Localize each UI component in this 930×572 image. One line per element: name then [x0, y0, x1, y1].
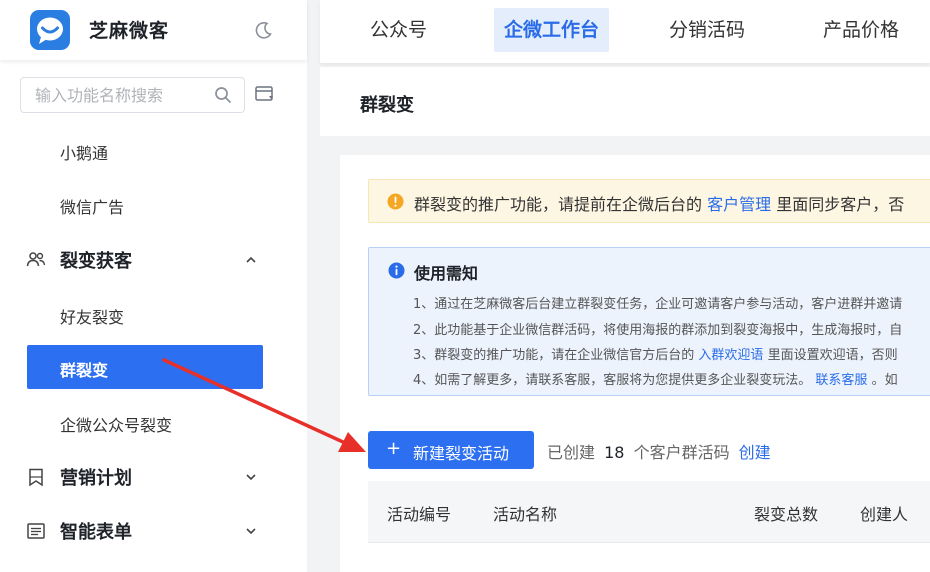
- warning-text-before: 群裂变的推广功能，请提前在企微后台的: [414, 195, 703, 214]
- form-icon: [27, 523, 45, 539]
- chevron-down-icon: [246, 474, 256, 481]
- warning-alert: 群裂变的推广功能，请提前在企微后台的 客户管理 里面同步客户，否: [368, 179, 930, 223]
- contact-support-link[interactable]: 联系客服: [815, 373, 867, 388]
- new-fission-activity-label: 新建裂变活动: [413, 444, 510, 463]
- table-header: 活动编号 活动名称 裂变总数 创建人: [368, 481, 930, 543]
- sidebar: 芝麻微客 小鹅通 微信广告 裂变获客: [0, 0, 307, 572]
- collapse-menu-icon[interactable]: [254, 84, 276, 104]
- sidebar-item-label: 裂变获客: [60, 251, 132, 272]
- created-count: 18: [604, 443, 625, 462]
- column-activity-name[interactable]: 活动名称: [493, 501, 557, 525]
- sidebar-group-marketing-plan[interactable]: 营销计划: [0, 451, 307, 503]
- sidebar-item-group-fission[interactable]: 群裂变: [27, 345, 263, 389]
- moon-icon[interactable]: [254, 20, 274, 40]
- new-fission-activity-button[interactable]: + 新建裂变活动: [368, 431, 534, 469]
- column-fission-total[interactable]: 裂变总数: [754, 501, 818, 525]
- welcome-message-link[interactable]: 入群欢迎语: [698, 348, 763, 363]
- chevron-down-icon: [246, 528, 256, 535]
- tab-distribution-code[interactable]: 分销活码: [659, 8, 755, 52]
- notice-line-3-after: 里面设置欢迎语，否则: [767, 348, 898, 363]
- column-creator[interactable]: 创建人: [860, 501, 908, 525]
- search-input[interactable]: [21, 78, 211, 112]
- sidebar-item-label: 小鹅通: [60, 144, 109, 163]
- notice-line-2: 2、此功能基于企业微信群活码，将使用海报的群添加到裂变海报中，生成海报时，自: [413, 323, 903, 338]
- page-title: 群裂变: [360, 95, 414, 116]
- search-box: [20, 77, 245, 113]
- sidebar-item-label: 好友裂变: [60, 308, 125, 327]
- sidebar-group-smart-form[interactable]: 智能表单: [0, 505, 307, 557]
- created-prefix: 已创建: [547, 443, 596, 462]
- warning-text: 群裂变的推广功能，请提前在企微后台的 客户管理 里面同步客户，否: [414, 191, 904, 215]
- sidebar-item-label: 企微公众号裂变: [60, 416, 173, 435]
- notice-line-4-after: 。如: [871, 373, 898, 388]
- users-icon: [26, 252, 46, 267]
- page-header: 群裂变: [320, 67, 930, 136]
- notice-line-4-before: 4、如需了解更多，请联系客服，客服将为您提供更多企业裂变玩法。: [413, 373, 812, 388]
- sidebar-item-label: 群裂变: [60, 361, 109, 380]
- info-icon: [388, 262, 405, 279]
- top-nav: 公众号 企微工作台 分销活码 产品价格: [320, 0, 930, 63]
- notice-title: 使用需知: [414, 264, 479, 283]
- create-group-code-link[interactable]: 创建: [739, 443, 771, 462]
- created-suffix: 个客户群活码: [633, 443, 730, 462]
- brand-logo-icon[interactable]: [30, 10, 70, 50]
- content-card: 群裂变的推广功能，请提前在企微后台的 客户管理 里面同步客户，否 使用需知 1、…: [340, 155, 930, 572]
- sidebar-item-wecom-oa-fission[interactable]: 企微公众号裂变: [0, 397, 307, 449]
- customer-management-link[interactable]: 客户管理: [707, 195, 771, 214]
- tab-product-price[interactable]: 产品价格: [813, 8, 909, 52]
- sidebar-item-label: 微信广告: [60, 198, 125, 217]
- bookmark-icon: [29, 468, 43, 487]
- sidebar-item-label: 智能表单: [60, 522, 132, 543]
- tab-wecom-workbench[interactable]: 企微工作台: [494, 8, 610, 52]
- usage-notice: 使用需知 1、通过在芝麻微客后台建立群裂变任务，企业可邀请客户参与活动，客户进群…: [368, 247, 930, 396]
- warning-text-after: 里面同步客户，否: [776, 195, 905, 214]
- sidebar-item-friend-fission[interactable]: 好友裂变: [0, 289, 307, 341]
- notice-line-1: 1、通过在芝麻微客后台建立群裂变任务，企业可邀请客户参与活动，客户进群并邀请: [413, 297, 903, 312]
- search-icon[interactable]: [214, 86, 232, 104]
- brand-header: 芝麻微客: [0, 0, 307, 60]
- notice-line-3-before: 3、群裂变的推广功能，请在企业微信官方后台的: [413, 348, 695, 363]
- column-activity-id[interactable]: 活动编号: [387, 501, 451, 525]
- notice-line-3: 3、群裂变的推广功能，请在企业微信官方后台的 入群欢迎语 里面设置欢迎语，否则: [413, 344, 898, 363]
- sidebar-item-wechat-ads[interactable]: 微信广告: [0, 179, 307, 231]
- plus-icon: +: [386, 438, 402, 459]
- warning-icon: [387, 193, 404, 210]
- chevron-up-icon: [246, 256, 256, 263]
- sidebar-item-xiaoetong[interactable]: 小鹅通: [0, 125, 307, 177]
- created-count-info: 已创建 18 个客户群活码 创建: [547, 439, 771, 463]
- sidebar-group-fission[interactable]: 裂变获客: [0, 234, 307, 286]
- notice-line-4: 4、如需了解更多，请联系客服，客服将为您提供更多企业裂变玩法。 联系客服 。如: [413, 369, 898, 388]
- tab-official-account[interactable]: 公众号: [360, 8, 437, 52]
- sidebar-item-label: 营销计划: [60, 468, 132, 489]
- brand-name: 芝麻微客: [89, 20, 170, 42]
